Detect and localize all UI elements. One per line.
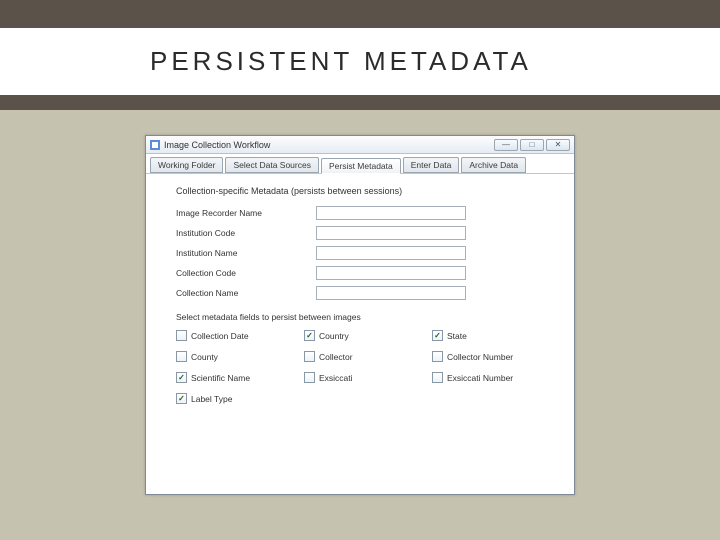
field-row: Collection Name xyxy=(176,286,554,300)
check-label: Scientific Name xyxy=(191,373,250,383)
persist-heading: Select metadata fields to persist betwee… xyxy=(176,312,554,322)
institution-code-input[interactable] xyxy=(316,226,466,240)
collection-name-input[interactable] xyxy=(316,286,466,300)
collection-code-input[interactable] xyxy=(316,266,466,280)
checkbox-icon xyxy=(176,351,187,362)
maximize-button[interactable]: □ xyxy=(520,139,544,151)
tab-strip: Working Folder Select Data Sources Persi… xyxy=(146,154,574,174)
checkbox-icon xyxy=(432,372,443,383)
check-label: Exsiccati Number xyxy=(447,373,513,383)
check-collector-number[interactable]: Collector Number xyxy=(432,351,552,362)
image-recorder-name-input[interactable] xyxy=(316,206,466,220)
institution-name-input[interactable] xyxy=(316,246,466,260)
check-scientific-name[interactable]: Scientific Name xyxy=(176,372,296,383)
check-exsiccati-number[interactable]: Exsiccati Number xyxy=(432,372,552,383)
field-label: Collection Code xyxy=(176,268,316,278)
app-icon xyxy=(150,140,160,150)
section-heading: Collection-specific Metadata (persists b… xyxy=(176,186,554,196)
check-county[interactable]: County xyxy=(176,351,296,362)
check-country[interactable]: Country xyxy=(304,330,424,341)
field-label: Collection Name xyxy=(176,288,316,298)
tab-select-data-sources[interactable]: Select Data Sources xyxy=(225,157,318,173)
slide: PERSISTENT METADATA Image Collection Wor… xyxy=(0,0,720,540)
check-label: County xyxy=(191,352,218,362)
check-label: Collector xyxy=(319,352,353,362)
field-label: Image Recorder Name xyxy=(176,208,316,218)
window-body: Collection-specific Metadata (persists b… xyxy=(146,174,574,494)
field-row: Institution Code xyxy=(176,226,554,240)
checkbox-icon xyxy=(304,372,315,383)
close-button[interactable]: ✕ xyxy=(546,139,570,151)
tab-archive-data[interactable]: Archive Data xyxy=(461,157,526,173)
tab-persist-metadata[interactable]: Persist Metadata xyxy=(321,158,401,174)
checkbox-icon xyxy=(432,351,443,362)
check-state[interactable]: State xyxy=(432,330,552,341)
check-label: Label Type xyxy=(191,394,232,404)
checkbox-icon xyxy=(304,330,315,341)
check-collector[interactable]: Collector xyxy=(304,351,424,362)
slide-title: PERSISTENT METADATA xyxy=(0,28,720,95)
window-title: Image Collection Workflow xyxy=(164,140,494,150)
window-controls: — □ ✕ xyxy=(494,139,570,151)
checkbox-icon xyxy=(432,330,443,341)
check-collection-date[interactable]: Collection Date xyxy=(176,330,296,341)
check-label: Country xyxy=(319,331,349,341)
app-window: Image Collection Workflow — □ ✕ Working … xyxy=(145,135,575,495)
checkbox-icon xyxy=(304,351,315,362)
field-label: Institution Name xyxy=(176,248,316,258)
checkbox-icon xyxy=(176,330,187,341)
checkbox-grid: Collection Date Country State County Col… xyxy=(176,330,554,404)
field-label: Institution Code xyxy=(176,228,316,238)
check-label: Collector Number xyxy=(447,352,513,362)
window-titlebar: Image Collection Workflow — □ ✕ xyxy=(146,136,574,154)
check-label: Exsiccati xyxy=(319,373,353,383)
tab-enter-data[interactable]: Enter Data xyxy=(403,157,460,173)
checkbox-icon xyxy=(176,372,187,383)
checkbox-icon xyxy=(176,393,187,404)
check-label-type[interactable]: Label Type xyxy=(176,393,296,404)
minimize-button[interactable]: — xyxy=(494,139,518,151)
field-row: Image Recorder Name xyxy=(176,206,554,220)
tab-working-folder[interactable]: Working Folder xyxy=(150,157,223,173)
check-label: Collection Date xyxy=(191,331,249,341)
form-area: Image Recorder Name Institution Code Ins… xyxy=(176,206,554,300)
field-row: Institution Name xyxy=(176,246,554,260)
check-exsiccati[interactable]: Exsiccati xyxy=(304,372,424,383)
check-label: State xyxy=(447,331,467,341)
field-row: Collection Code xyxy=(176,266,554,280)
